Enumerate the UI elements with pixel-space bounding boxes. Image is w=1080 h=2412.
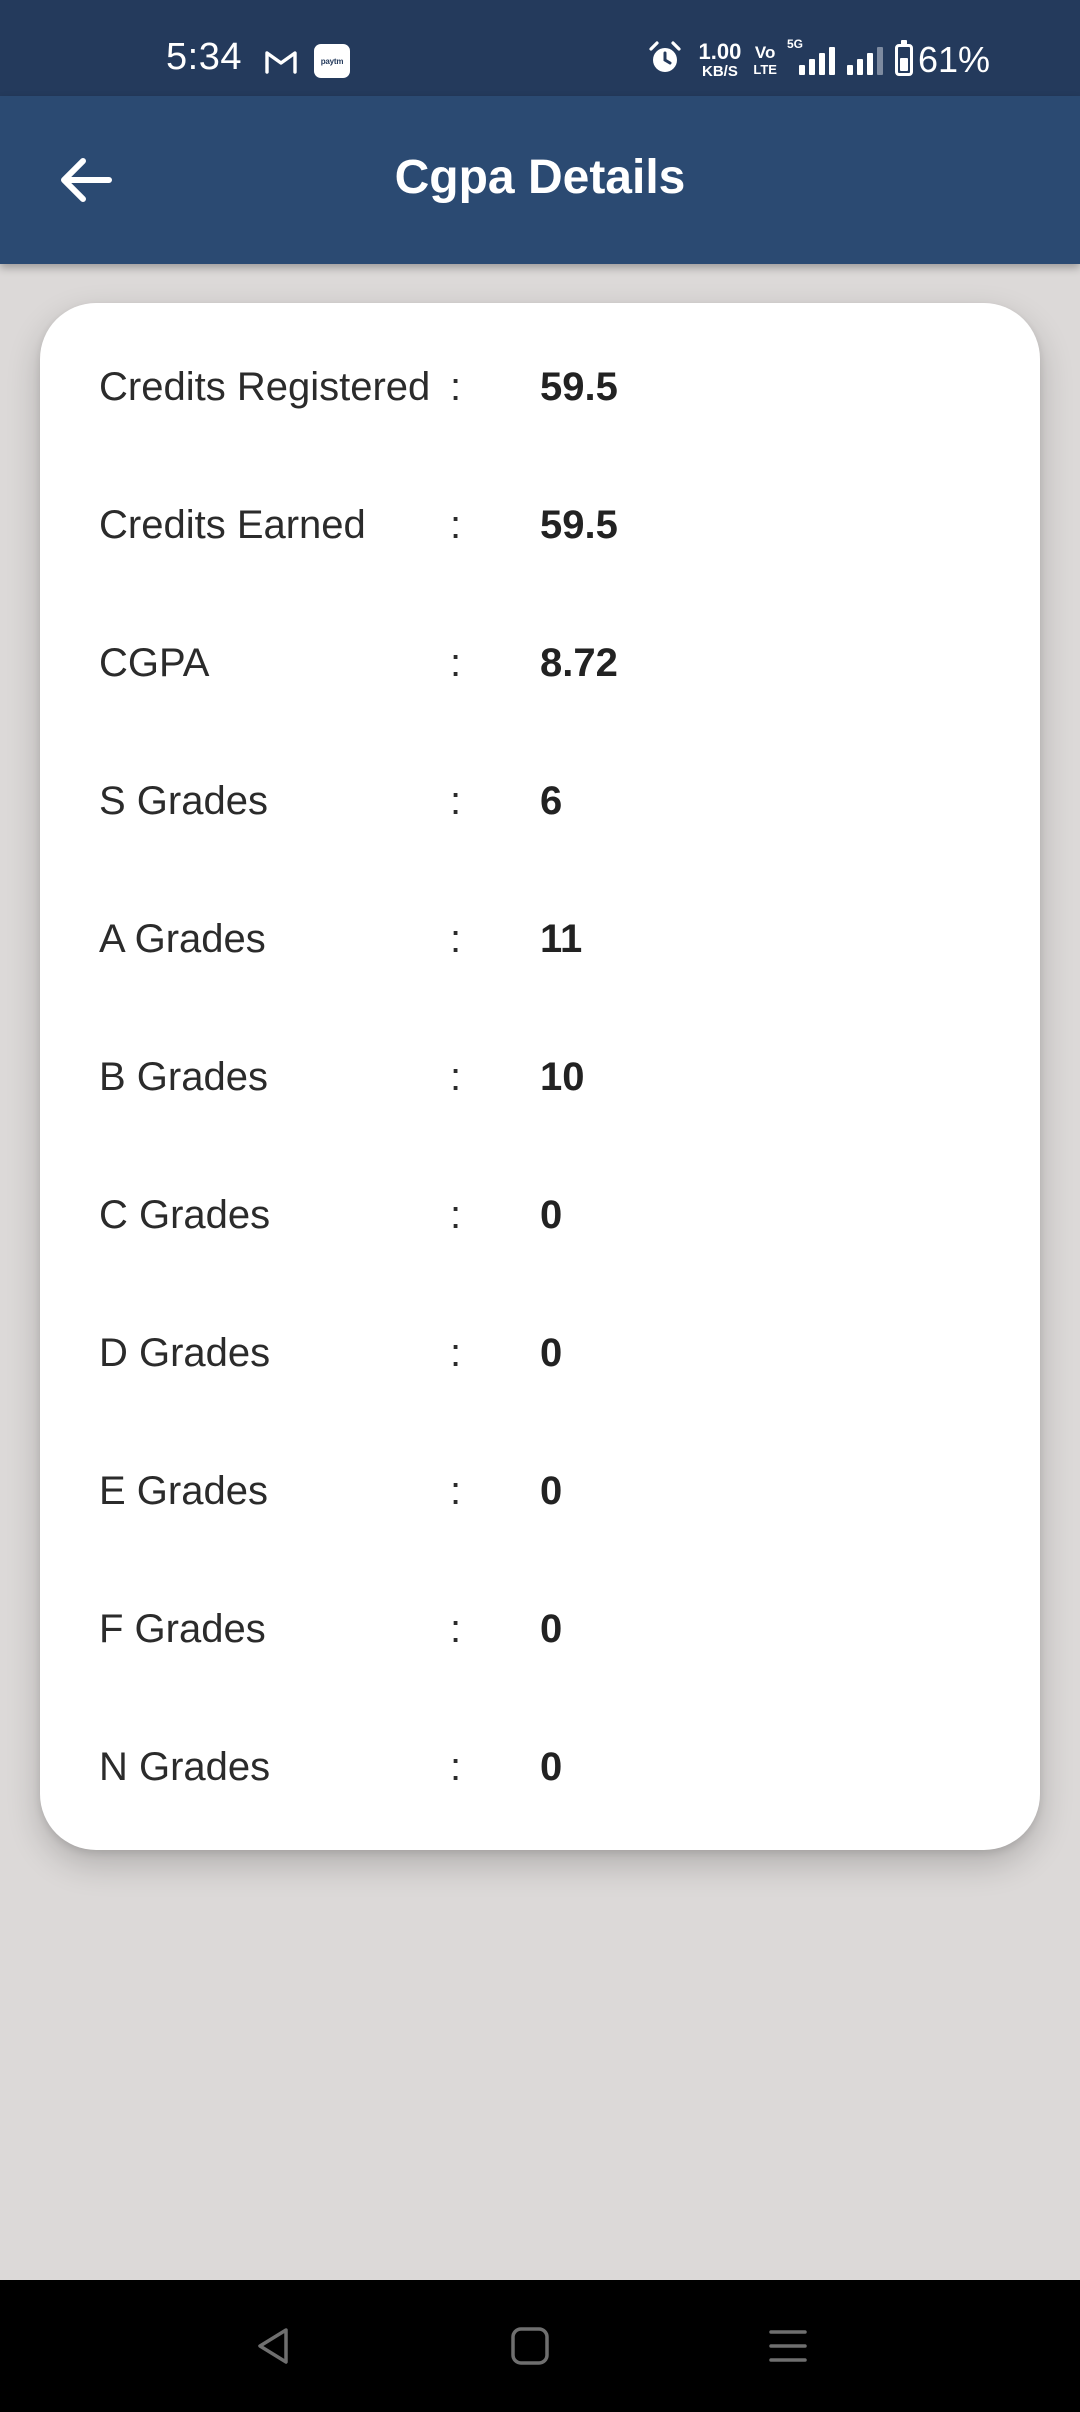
detail-value: 0 [540,1331,563,1375]
status-time: 5:34 [166,36,242,78]
detail-label: E Grades [99,1469,268,1513]
menu-lines-icon [766,2324,810,2368]
nav-back-button[interactable] [242,2314,306,2378]
detail-value: 8.72 [540,641,618,685]
home-square-icon [508,2324,552,2368]
status-indicators: 1.00 KB/S Vo LTE 5G 61% [647,36,990,84]
detail-row: CGPA: 8.72 [40,633,1040,693]
volte-icon: Vo LTE [753,44,777,76]
navigation-bar [0,2280,1080,2412]
detail-row: N Grades: 0 [40,1737,1040,1797]
detail-separator: : [450,365,462,409]
alarm-icon [647,40,683,81]
network-speed-unit: KB/S [702,63,738,80]
gmail-icon [264,48,298,74]
network-type-label: 5G [786,37,803,51]
detail-row: Credits Earned: 59.5 [40,495,1040,555]
detail-row: Credits Registered: 59.5 [40,357,1040,417]
detail-row: B Grades: 10 [40,1047,1040,1107]
detail-label: C Grades [99,1193,271,1237]
back-triangle-icon [252,2324,296,2368]
app-bar: Cgpa Details [0,96,1080,264]
network-speed-value: 1.00 [698,39,742,64]
volte-bottom-label: LTE [753,62,777,77]
detail-row: A Grades: 11 [40,909,1040,969]
detail-row: E Grades: 0 [40,1461,1040,1521]
paytm-icon: paytm [314,44,350,78]
detail-value: 11 [540,917,583,961]
detail-separator: : [450,1193,462,1237]
detail-separator: : [450,1055,462,1099]
detail-row: S Grades: 6 [40,771,1040,831]
detail-separator: : [450,917,462,961]
detail-value: 0 [540,1469,563,1513]
page-title: Cgpa Details [394,151,686,204]
detail-separator: : [450,1745,462,1789]
detail-row: C Grades: 0 [40,1185,1040,1245]
battery-icon [894,40,913,76]
detail-label: Credits Registered [99,365,431,409]
detail-label: A Grades [99,917,266,961]
detail-label: F Grades [99,1607,266,1651]
cgpa-details-card: Credits Registered: 59.5 Credits Earned: 59… [40,303,1040,1850]
detail-label: S Grades [99,779,268,823]
detail-separator: : [450,1469,462,1513]
detail-value: 59.5 [540,503,618,547]
nav-home-button[interactable] [498,2314,562,2378]
detail-label: B Grades [99,1055,268,1099]
detail-separator: : [450,1607,462,1651]
paytm-icon-label: paytm [320,56,344,66]
detail-separator: : [450,641,462,685]
detail-label: Credits Earned [99,503,366,547]
detail-separator: : [450,503,462,547]
signal-icon [846,45,883,75]
detail-row: D Grades: 0 [40,1323,1040,1383]
detail-separator: : [450,1331,462,1375]
battery-percent: 61% [917,39,990,80]
volte-top-label: Vo [754,43,776,62]
notification-icons: paytm [264,44,350,78]
detail-value: 59.5 [540,365,618,409]
detail-label: D Grades [99,1331,271,1375]
status-bar: 5:34 paytm 1.00 KB/S Vo LTE 5G 61% [0,0,1080,96]
detail-row: F Grades: 0 [40,1599,1040,1659]
network-speed: 1.00 KB/S [698,39,742,80]
battery-indicator: 61% [894,39,990,80]
signal-5g-icon: 5G [787,37,835,75]
nav-menu-button[interactable] [756,2314,820,2378]
detail-value: 0 [540,1745,563,1789]
detail-value: 0 [540,1607,563,1651]
detail-value: 0 [540,1193,563,1237]
detail-label: CGPA [99,641,210,685]
detail-value: 6 [540,779,563,823]
detail-separator: : [450,779,462,823]
detail-label: N Grades [99,1745,271,1789]
detail-value: 10 [540,1055,585,1099]
